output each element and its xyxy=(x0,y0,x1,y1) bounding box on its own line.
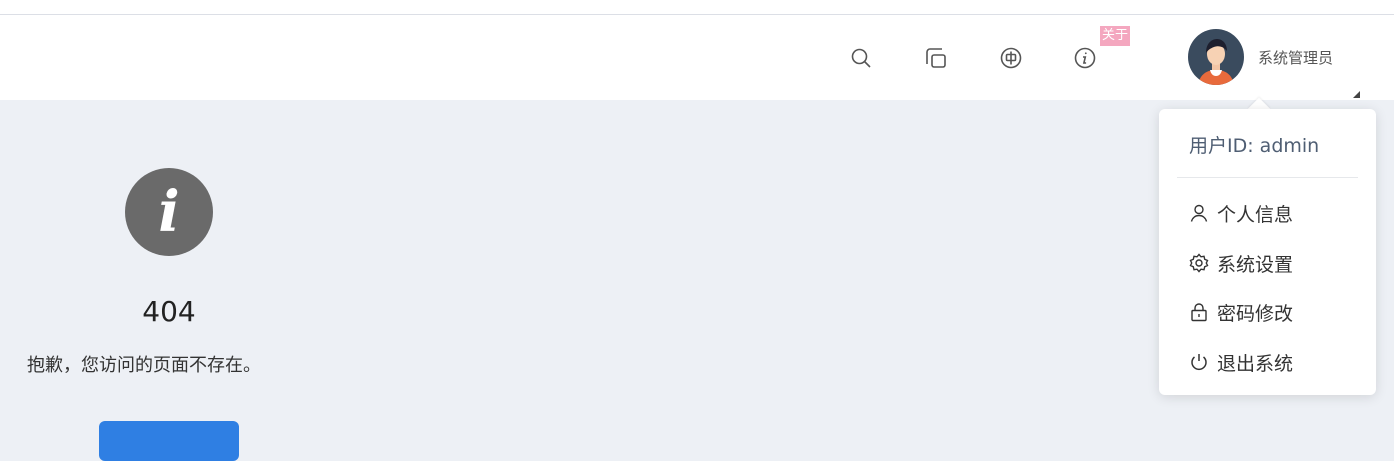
menu-item-profile[interactable]: 个人信息 xyxy=(1189,198,1293,228)
language-icon[interactable] xyxy=(998,45,1024,71)
back-home-button[interactable] xyxy=(99,421,239,461)
caret-icon xyxy=(1353,91,1360,98)
user-name: 系统管理员 xyxy=(1258,48,1334,67)
menu-item-change-password[interactable]: 密码修改 xyxy=(1189,297,1293,327)
menu-item-label: 系统设置 xyxy=(1217,253,1294,276)
info-icon[interactable] xyxy=(1072,45,1098,71)
user-menu-trigger[interactable]: 系统管理员 xyxy=(1188,29,1333,85)
user-id-label: 用户ID: admin xyxy=(1189,135,1320,157)
menu-item-logout[interactable]: 退出系统 xyxy=(1189,347,1293,377)
error-code: 404 xyxy=(142,295,196,328)
top-border-bar xyxy=(0,0,1394,15)
lock-icon xyxy=(1191,303,1207,322)
about-badge[interactable]: 关于 xyxy=(1100,26,1131,46)
top-header: 关于 系统管理员 xyxy=(0,15,1394,100)
menu-item-label: 退出系统 xyxy=(1217,352,1294,375)
menu-item-label: 个人信息 xyxy=(1217,203,1294,226)
dropdown-divider xyxy=(1177,177,1358,178)
menu-item-settings[interactable]: 系统设置 xyxy=(1189,248,1293,278)
user-icon xyxy=(1190,204,1208,222)
user-dropdown-menu: 用户ID: admin 个人信息 系统设置 密码修改 退出系统 xyxy=(1159,109,1376,395)
gear-icon xyxy=(1189,253,1209,273)
error-info-icon: i xyxy=(125,168,213,256)
search-icon[interactable] xyxy=(848,45,874,71)
fullscreen-icon[interactable] xyxy=(923,45,949,71)
power-icon xyxy=(1191,354,1207,371)
error-message: 抱歉，您访问的页面不存在。 xyxy=(27,355,261,376)
avatar xyxy=(1188,29,1244,85)
menu-item-label: 密码修改 xyxy=(1217,302,1294,325)
